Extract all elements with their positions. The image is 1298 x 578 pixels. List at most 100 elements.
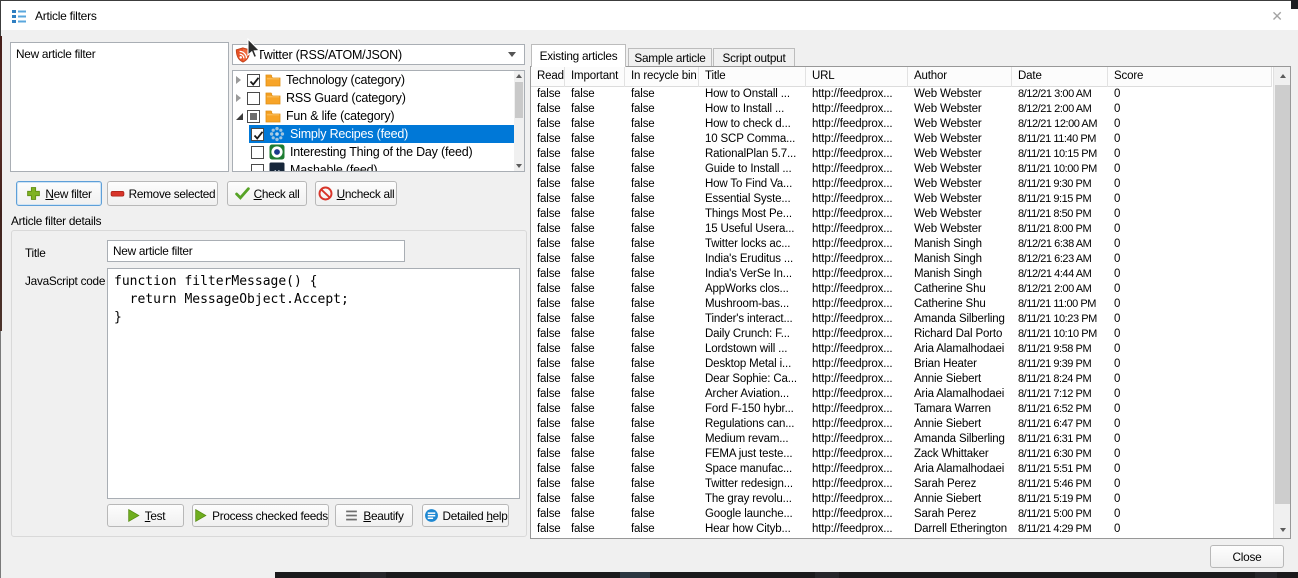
article-row[interactable]: falsefalsefalseHow to Install ...http://… (531, 102, 1272, 117)
window-close-icon[interactable]: ✕ (1268, 7, 1286, 25)
column-header-read[interactable]: Read (531, 67, 565, 87)
feed-tree[interactable]: Technology (category)RSS Guard (category… (232, 70, 525, 172)
article-cell: false (625, 327, 699, 342)
article-row[interactable]: falsefalsefalseSpace manufac...http://fe… (531, 462, 1272, 477)
article-row[interactable]: falsefalsefalseDesktop Metal i...http://… (531, 357, 1272, 372)
article-cell: Manish Singh (908, 252, 1012, 267)
article-row[interactable]: falsefalsefalseFord F-150 hybr...http://… (531, 402, 1272, 417)
feed-tree-item[interactable]: Technology (category) (233, 71, 514, 89)
tree-checkbox-unchecked[interactable] (251, 164, 264, 173)
article-filters-list[interactable]: New article filter (10, 42, 229, 172)
article-row[interactable]: falsefalsefalseHow to Onstall ...http://… (531, 87, 1272, 102)
column-header-score[interactable]: Score (1108, 67, 1272, 87)
tree-checkbox-partial[interactable] (247, 110, 260, 123)
article-row[interactable]: falsefalsefalseTwitter locks ac...http:/… (531, 237, 1272, 252)
tree-collapsed-icon[interactable] (236, 94, 247, 102)
article-cell: false (531, 237, 565, 252)
article-cell: Mushroom-bas... (699, 297, 806, 312)
article-row[interactable]: falsefalsefalseRationalPlan 5.7...http:/… (531, 147, 1272, 162)
feed-tree-item[interactable]: Simply Recipes (feed) (233, 125, 514, 143)
article-row[interactable]: falsefalsefalseHow To Find Va...http://f… (531, 177, 1272, 192)
article-cell: http://feedprox... (806, 507, 908, 522)
scroll-down-icon[interactable] (1274, 521, 1291, 538)
tree-checkbox-unchecked[interactable] (251, 146, 264, 159)
block-icon (318, 186, 333, 201)
tree-collapsed-icon[interactable] (236, 76, 247, 84)
uncheck-all-button[interactable]: Uncheck all (315, 181, 397, 206)
check-all-button[interactable]: Check all (227, 181, 307, 206)
table-header[interactable]: ReadImportantIn recycle binTitleURLAutho… (531, 67, 1272, 87)
tree-checkbox-checked[interactable] (247, 74, 260, 87)
article-cell: Annie Siebert (908, 492, 1012, 507)
remove-selected-button[interactable]: Remove selected (107, 181, 218, 206)
tree-checkbox-unchecked[interactable] (247, 92, 260, 105)
article-cell: 0 (1108, 402, 1272, 417)
column-header-important[interactable]: Important (565, 67, 625, 87)
article-row[interactable]: falsefalsefalseLordstown will ...http://… (531, 342, 1272, 357)
simply-recipes-feed-icon (269, 126, 285, 142)
column-header-in-recycle-bin[interactable]: In recycle bin (625, 67, 699, 87)
detailed-help-button[interactable]: Detailed help (422, 504, 509, 527)
folder-icon (265, 90, 281, 106)
article-row[interactable]: falsefalsefalseIndia's VerSe In...http:/… (531, 267, 1272, 282)
article-row[interactable]: falsefalsefalseRegulations can...http://… (531, 417, 1272, 432)
article-row[interactable]: falsefalsefalseIndia's Eruditus ...http:… (531, 252, 1272, 267)
feed-tree-item[interactable]: Fun & life (category) (233, 107, 514, 125)
article-cell: How to Install ... (699, 102, 806, 117)
close-button[interactable]: Close (1210, 545, 1284, 568)
article-row[interactable]: falsefalsefalseEssential Syste...http://… (531, 192, 1272, 207)
tree-scrollbar-thumb[interactable] (515, 82, 523, 118)
article-row[interactable]: falsefalsefalseFEMA just teste...http://… (531, 447, 1272, 462)
feed-tree-item[interactable]: MMashable (feed) (233, 161, 514, 172)
new-filter-button[interactable]: New filter (16, 181, 102, 206)
feed-selector-dropdown[interactable]: Twitter (RSS/ATOM/JSON) (232, 44, 525, 65)
tree-checkbox-checked[interactable] (251, 128, 264, 141)
table-scrollbar[interactable] (1273, 67, 1290, 538)
article-row[interactable]: falsefalsefalseGuide to Install ...http:… (531, 162, 1272, 177)
article-row[interactable]: falsefalsefalseGoogle launche...http://f… (531, 507, 1272, 522)
scroll-down-icon[interactable] (514, 161, 524, 171)
tab-existing-articles[interactable]: Existing articles (531, 44, 626, 67)
article-row[interactable]: falsefalsefalseDaily Crunch: F...http://… (531, 327, 1272, 342)
table-scrollbar-thumb[interactable] (1275, 85, 1290, 504)
tab-script-output[interactable]: Script output (713, 48, 795, 67)
filter-list-item[interactable]: New article filter (16, 46, 223, 63)
process-checked-feeds-button[interactable]: Process checked feeds (192, 504, 329, 527)
article-row[interactable]: falsefalsefalseThings Most Pe...http://f… (531, 207, 1272, 222)
article-row[interactable]: falsefalsefalseThe gray revolu...http://… (531, 492, 1272, 507)
article-row[interactable]: falsefalsefalseDear Sophie: Ca...http://… (531, 372, 1272, 387)
test-button[interactable]: Test (107, 504, 184, 527)
article-row[interactable]: falsefalsefalse15 Useful Usera...http://… (531, 222, 1272, 237)
javascript-code-editor[interactable]: function filterMessage() { return Messag… (107, 268, 520, 499)
article-cell: false (565, 222, 625, 237)
column-header-title[interactable]: Title (699, 67, 806, 87)
article-cell: false (565, 507, 625, 522)
article-row[interactable]: falsefalsefalseTwitter redesign...http:/… (531, 477, 1272, 492)
article-row[interactable]: falsefalsefalse10 SCP Comma...http://fee… (531, 132, 1272, 147)
column-header-author[interactable]: Author (908, 67, 1012, 87)
beautify-button[interactable]: Beautify (335, 504, 413, 527)
feed-tree-item[interactable]: RSS Guard (category) (233, 89, 514, 107)
article-row[interactable]: falsefalsefalseMedium revam...http://fee… (531, 432, 1272, 447)
article-cell: false (625, 372, 699, 387)
article-row[interactable]: falsefalsefalseArcher Aviation...http://… (531, 387, 1272, 402)
tab-sample-article[interactable]: Sample article (628, 48, 712, 67)
article-cell: http://feedprox... (806, 372, 908, 387)
column-header-date[interactable]: Date (1012, 67, 1108, 87)
column-header-url[interactable]: URL (806, 67, 908, 87)
title-input[interactable] (107, 240, 405, 262)
scroll-up-icon[interactable] (1274, 67, 1291, 84)
article-cell: false (565, 117, 625, 132)
article-cell: false (531, 522, 565, 537)
article-cell: false (625, 147, 699, 162)
article-row[interactable]: falsefalsefalseHear how Cityb...http://f… (531, 522, 1272, 537)
article-row[interactable]: falsefalsefalseAppWorks clos...http://fe… (531, 282, 1272, 297)
article-row[interactable]: falsefalsefalseMushroom-bas...http://fee… (531, 297, 1272, 312)
mouse-cursor (247, 38, 263, 61)
tree-expanded-icon[interactable] (236, 113, 247, 120)
feed-tree-item[interactable]: Interesting Thing of the Day (feed) (233, 143, 514, 161)
scroll-up-icon[interactable] (514, 71, 524, 81)
article-row[interactable]: falsefalsefalseHow to check d...http://f… (531, 117, 1272, 132)
article-row[interactable]: falsefalsefalseTinder's interact...http:… (531, 312, 1272, 327)
tree-scrollbar[interactable] (514, 71, 524, 171)
